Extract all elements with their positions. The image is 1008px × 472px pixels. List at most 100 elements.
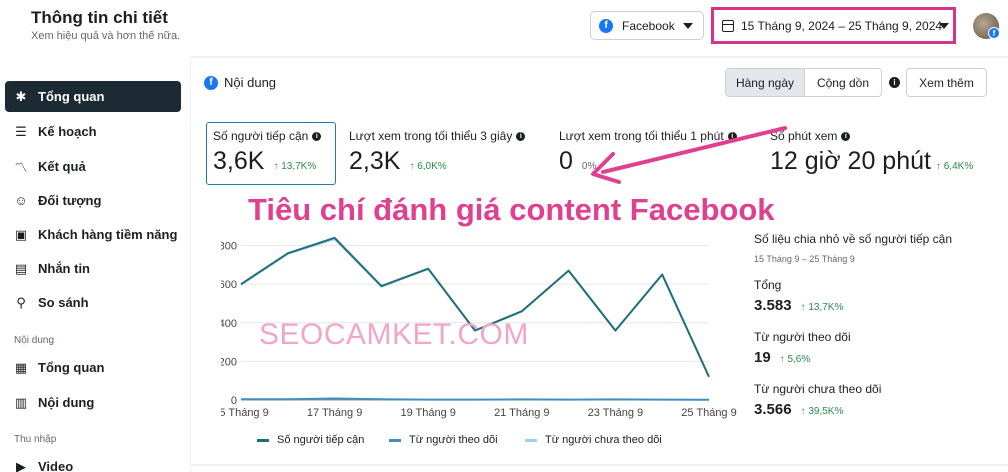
breakdown-label: Từ người chưa theo dõi (754, 382, 882, 396)
sidebar-section-content: Nội dung (14, 335, 55, 346)
info-icon: i (841, 131, 851, 141)
y-tick-label: 600 (221, 279, 237, 291)
legend-swatch (389, 438, 401, 442)
breakdown-label: Tổng (754, 278, 782, 292)
metric-value: 2,3K (349, 147, 401, 175)
x-tick-label: 25 Tháng 9 (681, 407, 736, 419)
sidebar-item-label: So sánh (38, 295, 89, 310)
sidebar-item-audience[interactable]: ☺ Đối tượng (5, 185, 181, 216)
y-tick-label: 800 (221, 241, 237, 253)
video-icon: ▶ (16, 458, 26, 472)
sidebar-item-label: Kế hoạch (38, 124, 97, 139)
breakdown-value: 3.583 (754, 297, 792, 314)
toggle-cumulative-button[interactable]: Cộng dồn (804, 69, 881, 96)
sidebar-item-label: Video (38, 459, 74, 472)
sidebar-item-video[interactable]: ▶ Video (5, 451, 181, 472)
x-tick-label: 21 Tháng 9 (494, 407, 549, 419)
overview-icon: ✱ (15, 88, 27, 104)
page-title: Thông tin chi tiết (31, 8, 168, 27)
overlay-headline: Tiêu chí đánh giá content Facebook (248, 192, 775, 227)
content-title: f Nội dung (204, 75, 276, 90)
sidebar-item-label: Tổng quan (38, 89, 105, 104)
x-tick-label: 19 Tháng 9 (400, 407, 455, 419)
series-line-0 (240, 236, 710, 378)
y-tick-label: 200 (221, 356, 237, 368)
metric-delta: ↑ 6,4K% (935, 161, 974, 172)
breakdown-value: 3.566 (754, 401, 792, 418)
breakdown-value: 19 (754, 349, 771, 366)
sidebar-item-label: Nội dung (38, 395, 95, 410)
legend-item-followers: Từ người theo dõi (389, 434, 498, 446)
content-title-label: Nội dung (224, 75, 277, 90)
x-tick-label: 17 Tháng 9 (307, 407, 362, 419)
sidebar-item-compare[interactable]: ⚲ So sánh (5, 287, 181, 318)
audience-icon: ☺ (14, 193, 28, 208)
breakdown-total: Tổng 3.583 ↑ 13,7K% (754, 278, 843, 314)
see-more-button[interactable]: Xem thêm (906, 68, 987, 97)
y-tick-label: 400 (221, 318, 237, 330)
top-bar: Thông tin chi tiết Xem hiệu quả và hơn t… (0, 0, 1008, 56)
metric-value: 0 (559, 147, 573, 175)
metric-value: 3,6K (213, 147, 265, 175)
plan-icon: ☰ (15, 123, 27, 139)
sidebar-item-label: Nhắn tin (38, 261, 90, 276)
legend-item-reach: Số người tiếp cận (257, 434, 364, 446)
calendar-icon (722, 19, 734, 32)
sidebar-item-label: Kết quả (38, 159, 86, 174)
info-icon: i (312, 131, 322, 141)
annotation-arrow-icon (591, 126, 787, 184)
metric-views-3s[interactable]: Lượt xem trong tối thiểu 3 giây i 2,3K ↑ 6… (349, 122, 549, 185)
date-range-label: 15 Tháng 9, 2024 – 25 Tháng 9, 2024 (741, 18, 943, 33)
facebook-icon: f (204, 75, 218, 90)
sidebar-item-label: Đối tượng (38, 193, 102, 208)
breakdown-delta: ↑ 13,7K% (800, 302, 844, 313)
legend-label: Từ người theo dõi (409, 434, 498, 446)
breakdown-title: Số liệu chia nhỏ về số người tiếp cận (754, 232, 953, 246)
metric-label: Lượt xem trong tối thiểu 3 giây (349, 129, 513, 143)
compare-icon: ⚲ (16, 294, 26, 310)
sidebar-item-plan[interactable]: ☰ Kế hoạch (5, 116, 181, 147)
platform-select[interactable]: f Facebook (590, 11, 704, 40)
info-icon: i (516, 131, 526, 141)
facebook-badge-icon: f (988, 27, 1000, 39)
sidebar-item-messages[interactable]: ▤ Nhắn tin (5, 253, 181, 284)
sidebar-item-results[interactable]: 〽 Kết quả (5, 151, 181, 182)
sidebar: ✱ Tổng quan ☰ Kế hoạch 〽 Kết quả ☺ Đối t… (0, 56, 190, 472)
breakdown-non-followers: Từ người chưa theo dõi 3.566 ↑ 39,5K% (754, 382, 881, 418)
sidebar-item-overview[interactable]: ✱ Tổng quan (5, 81, 181, 112)
metric-minutes-viewed[interactable]: Số phút xem i 12 giờ 20 phút ↑ 6,4K% (770, 122, 990, 185)
sidebar-item-content[interactable]: ▥ Nội dung (5, 387, 181, 418)
sidebar-item-leads[interactable]: ▣ Khách hàng tiềm năng (5, 219, 181, 250)
legend-item-non-followers: Từ người chưa theo dõi (525, 434, 662, 446)
series-line-1 (241, 397, 710, 401)
content-panel: f Nội dung Hàng ngày Cộng dồn i Xem thêm… (191, 58, 1008, 464)
content-overview-icon: ▦ (14, 359, 28, 375)
legend-swatch (525, 438, 537, 442)
watermark: SEOCAMKET.COM (259, 318, 529, 351)
series-line-2 (240, 238, 710, 378)
sidebar-item-label: Tổng quan (38, 360, 105, 375)
sidebar-section-income: Thu nhập (14, 434, 57, 445)
view-toggle: Hàng ngày Cộng dồn (725, 68, 882, 97)
y-tick-label: 0 (231, 395, 237, 407)
legend-label: Số người tiếp cận (277, 434, 365, 446)
metric-value: 12 giờ 20 phút (770, 147, 931, 175)
x-tick-label: 23 Tháng 9 (588, 407, 643, 419)
page-subtitle: Xem hiệu quả và hơn thế nữa. (31, 30, 181, 42)
facebook-icon: f (599, 18, 613, 33)
info-icon[interactable]: i (889, 77, 900, 88)
date-range-picker[interactable]: 15 Tháng 9, 2024 – 25 Tháng 9, 2024 (711, 7, 956, 44)
legend-swatch (257, 438, 269, 442)
results-icon: 〽 (14, 160, 28, 175)
next-panel (191, 466, 1008, 472)
sidebar-item-content-overview[interactable]: ▦ Tổng quan (5, 352, 181, 383)
toggle-daily-button[interactable]: Hàng ngày (726, 69, 805, 96)
sidebar-item-label: Khách hàng tiềm năng (38, 227, 178, 242)
reach-breakdown: Số liệu chia nhỏ về số người tiếp cận 15… (754, 232, 1008, 418)
breakdown-followers: Từ người theo dõi 19 ↑ 5,6% (754, 330, 851, 366)
platform-select-label: Facebook (622, 18, 675, 33)
legend-label: Từ người chưa theo dõi (545, 434, 662, 446)
metric-reach[interactable]: Số người tiếp cận i 3,6K ↑ 13,7K% (206, 122, 336, 185)
metric-delta: ↑ 13,7K% (273, 161, 317, 172)
breakdown-date: 15 Tháng 9 – 25 Tháng 9 (754, 254, 855, 264)
